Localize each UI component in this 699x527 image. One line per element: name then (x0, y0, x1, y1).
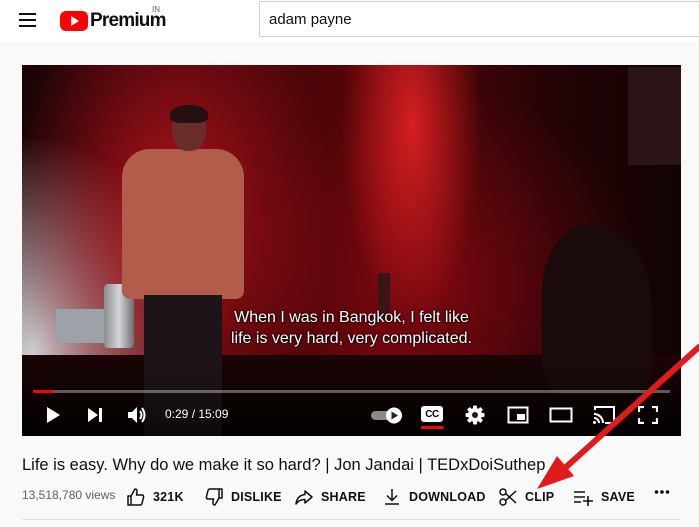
youtube-premium-logo[interactable]: Premium (60, 8, 167, 34)
view-count: 13,518,780 views (22, 488, 116, 502)
save-label: SAVE (601, 490, 635, 504)
volume-icon[interactable] (126, 405, 148, 425)
speaker-hair (170, 105, 208, 123)
share-label: SHARE (321, 490, 366, 504)
thumbs-down-icon (205, 488, 223, 506)
video-player[interactable]: When I was in Bangkok, I felt like life … (22, 65, 681, 436)
download-button[interactable]: DOWNLOAD (382, 482, 486, 512)
settings-gear-icon[interactable] (465, 405, 485, 425)
subtitle-line: When I was in Bangkok, I felt like (234, 309, 469, 326)
cast-icon[interactable] (592, 405, 616, 425)
fullscreen-icon[interactable] (638, 406, 658, 424)
cc-active-indicator (421, 426, 443, 429)
dislike-button[interactable]: DISLIKE (204, 482, 282, 512)
divider (22, 519, 681, 520)
top-bar: Premium IN (0, 0, 699, 42)
add-to-playlist-icon (574, 491, 593, 506)
speaker-body (122, 149, 244, 299)
controls-gradient (22, 365, 681, 436)
clip-button[interactable]: CLIP (498, 482, 554, 512)
scissors-icon (499, 488, 517, 506)
youtube-play-logo-icon (60, 11, 88, 31)
cc-icon-label: CC (425, 408, 439, 420)
share-arrow-icon (295, 490, 313, 505)
autoplay-toggle-icon[interactable] (370, 405, 406, 425)
subtitles-cc-button[interactable]: CC (421, 406, 443, 422)
subtitles: When I was in Bangkok, I felt like life … (182, 307, 521, 349)
share-button[interactable]: SHARE (294, 482, 366, 512)
download-label: DOWNLOAD (409, 490, 486, 504)
subtitle-line: life is very hard, very complicated. (231, 330, 472, 347)
video-title: Life is easy. Why do we make it so hard?… (22, 456, 546, 474)
miniplayer-icon[interactable] (507, 406, 529, 424)
save-button[interactable]: SAVE (572, 482, 635, 512)
dislike-label: DISLIKE (231, 490, 282, 504)
search-input[interactable] (259, 1, 699, 37)
menu-icon[interactable] (17, 10, 39, 30)
thumbs-up-icon (127, 488, 145, 506)
time-display: 0:29 / 15:09 (165, 407, 229, 421)
theater-mode-icon[interactable] (549, 407, 573, 423)
play-icon[interactable] (44, 406, 62, 424)
progress-played (33, 390, 54, 393)
progress-bar[interactable] (33, 390, 670, 393)
like-count: 321K (153, 490, 184, 504)
clip-label: CLIP (525, 490, 555, 504)
country-code: IN (152, 5, 160, 14)
like-button[interactable]: 321K (126, 482, 184, 512)
video-frame-panel (628, 67, 681, 165)
next-icon[interactable] (86, 407, 104, 423)
more-actions-icon[interactable] (654, 489, 670, 495)
video-frame-equipment (56, 309, 106, 343)
download-icon (385, 489, 399, 505)
